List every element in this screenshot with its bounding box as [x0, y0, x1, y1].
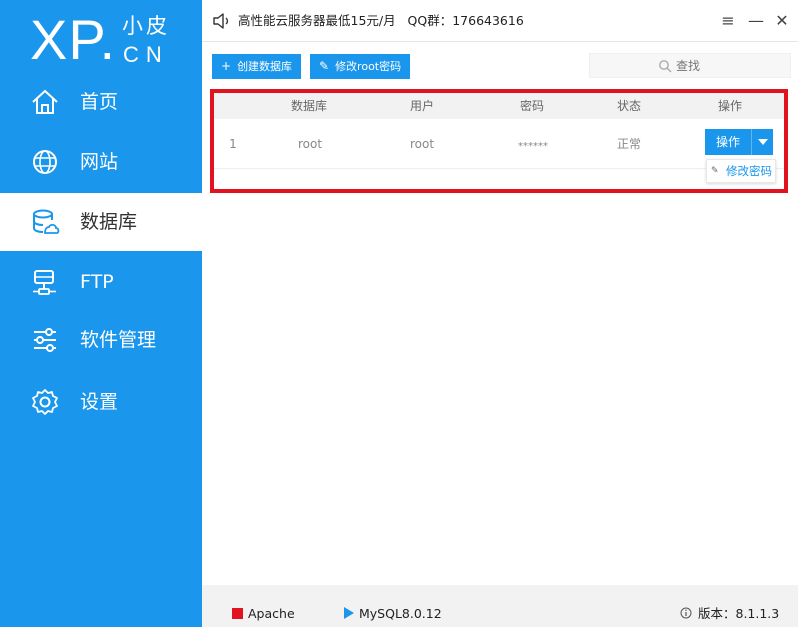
version-label: 版本：8.1.1.3: [698, 606, 780, 621]
column-header-password: 密码: [519, 99, 544, 113]
mysql-label[interactable]: MySQL8.0.12: [359, 605, 442, 622]
search-input[interactable]: [676, 57, 776, 75]
row-index: 1: [229, 137, 237, 151]
close-icon[interactable]: ✕: [772, 11, 792, 31]
minimize-icon[interactable]: —: [746, 11, 766, 31]
ftp-server-icon: [33, 270, 56, 295]
row-status: 正常: [616, 137, 641, 151]
top-bar: 高性能云服务器最低15元/月 QQ群：176643616 ≡ — ✕: [202, 0, 798, 42]
sliders-icon: [34, 328, 56, 352]
create-database-label: 创建数据库: [237, 60, 293, 73]
change-root-password-button[interactable]: ✎ 修改root密码: [310, 54, 411, 79]
row-database: root: [297, 137, 323, 151]
apache-label[interactable]: Apache: [248, 605, 295, 622]
sidebar-item-label: 网站: [80, 151, 119, 173]
plus-icon: +: [221, 59, 232, 73]
menu-icon[interactable]: ≡: [718, 11, 738, 31]
notice-text[interactable]: 高性能云服务器最低15元/月 QQ群：176643616: [238, 12, 524, 30]
sidebar-item-software[interactable]: 软件管理: [0, 311, 202, 369]
sidebar-item-label: 数据库: [80, 211, 138, 233]
create-database-button[interactable]: + 创建数据库: [212, 54, 302, 79]
sidebar-item-label: 设置: [80, 391, 119, 413]
sidebar-item-ftp[interactable]: FTP: [0, 253, 202, 311]
row-user: root: [409, 137, 435, 151]
logo-bottom-text: CN: [123, 42, 169, 67]
sidebar-item-website[interactable]: 网站: [0, 133, 202, 191]
sidebar-item-label: 软件管理: [80, 329, 157, 351]
column-header-user: 用户: [409, 99, 434, 113]
gear-icon: [32, 389, 58, 415]
sidebar-item-label: FTP: [80, 271, 114, 293]
column-header-status: 状态: [616, 99, 641, 113]
info-icon: [680, 607, 692, 619]
database-icon: [33, 209, 60, 234]
column-header-action: 操作: [717, 99, 742, 113]
table-header: 数据库 用户 密码 状态 操作: [214, 93, 784, 119]
change-root-password-label: 修改root密码: [335, 60, 402, 73]
search-box[interactable]: [589, 53, 791, 78]
table-row: 1 root root ****** 正常: [214, 119, 784, 169]
globe-icon: [33, 150, 57, 174]
app-logo: XP. 小皮 CN: [30, 8, 195, 71]
action-button[interactable]: 操作: [705, 129, 773, 155]
speaker-icon: [213, 13, 229, 29]
action-button-label: 操作: [715, 135, 740, 149]
sidebar-item-home[interactable]: 首页: [0, 73, 202, 131]
status-bar: Apache MySQL8.0.12 版本：8.1.1.3: [202, 600, 798, 627]
main-content: + 创建数据库 ✎ 修改root密码 数据库 用户 密码 状态 操作 1 root …: [202, 42, 798, 585]
sidebar: XP. 小皮 CN 首页 网站 数据库 FTP 软件管理 设置: [0, 0, 202, 627]
pencil-icon: ✎: [319, 59, 330, 73]
home-icon: [32, 89, 58, 114]
action-dropdown-menu: ✎ 修改密码: [706, 159, 776, 183]
sidebar-item-settings[interactable]: 设置: [0, 373, 202, 431]
menu-item-change-password[interactable]: 修改密码: [726, 163, 772, 179]
action-dropdown-toggle[interactable]: [751, 129, 773, 155]
column-header-database: 数据库: [290, 99, 327, 113]
search-icon: [659, 60, 672, 73]
sidebar-item-database[interactable]: 数据库: [0, 193, 202, 251]
apache-status-indicator[interactable]: [232, 608, 243, 619]
logo-main-text: XP.: [30, 8, 117, 71]
row-password: ******: [518, 141, 548, 152]
mysql-status-indicator[interactable]: [344, 607, 354, 619]
logo-top-text: 小皮: [122, 14, 170, 38]
sidebar-item-label: 首页: [80, 91, 119, 113]
pencil-icon: ✎: [711, 166, 719, 176]
